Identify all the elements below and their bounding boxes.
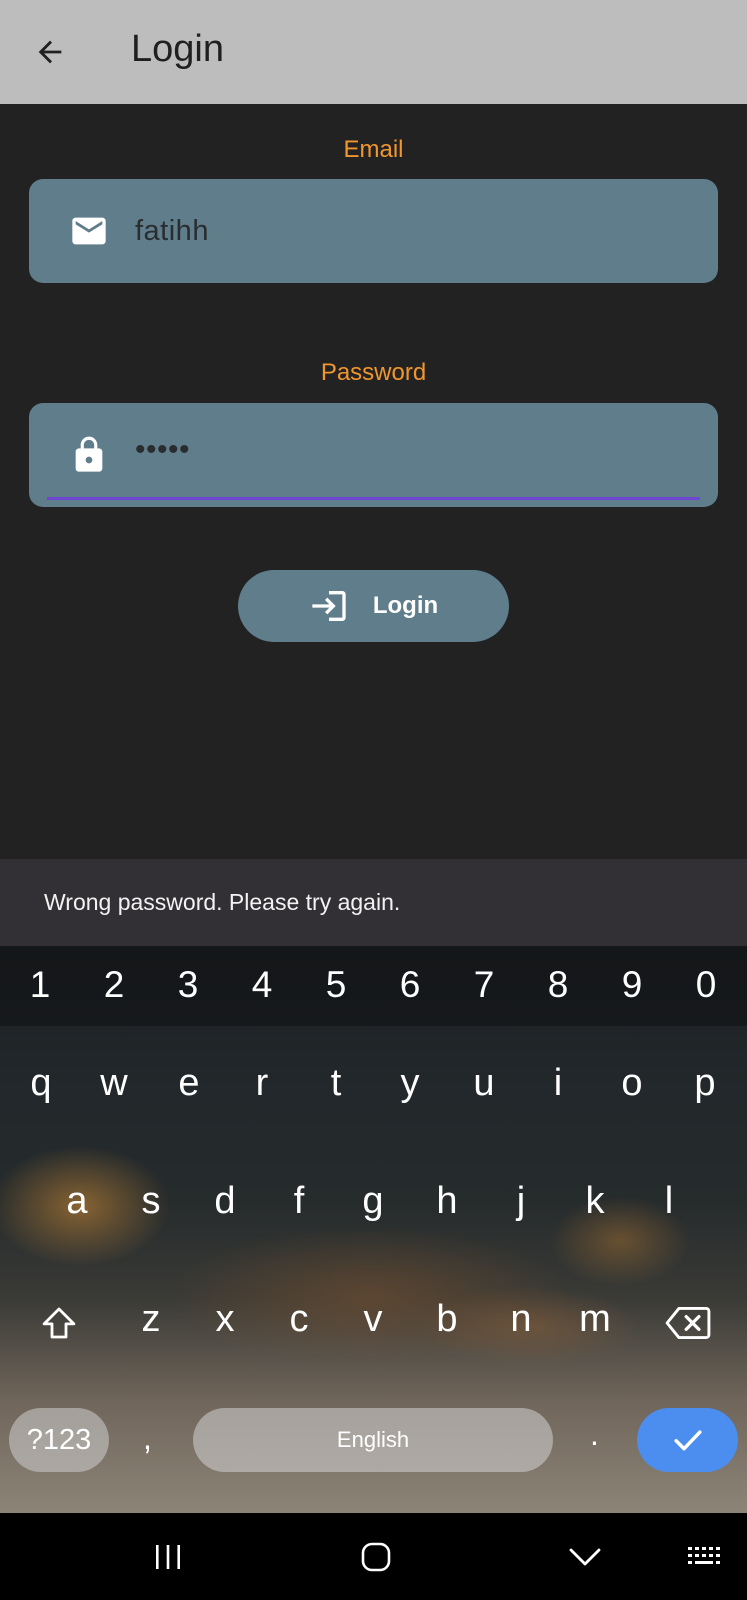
key-j[interactable]: j	[491, 1180, 551, 1223]
login-screen: Login Email fatihh Password ••••• Login …	[0, 0, 747, 1600]
recents-icon	[156, 1545, 180, 1569]
login-button-label: Login	[372, 592, 439, 619]
key-g[interactable]: g	[343, 1180, 403, 1223]
login-form: Email fatihh Password ••••• Login	[0, 104, 747, 859]
password-label: Password	[320, 359, 427, 386]
key-m[interactable]: m	[565, 1298, 625, 1341]
home-button[interactable]	[356, 1537, 396, 1577]
email-label: Email	[343, 136, 404, 163]
key-v[interactable]: v	[343, 1298, 403, 1341]
key-z[interactable]: z	[121, 1298, 181, 1341]
key-e[interactable]: e	[159, 1062, 219, 1105]
login-icon	[312, 591, 346, 621]
email-field[interactable]: fatihh	[29, 179, 718, 283]
hide-keyboard-button[interactable]	[565, 1537, 605, 1577]
enter-key[interactable]	[637, 1408, 738, 1472]
focus-underline	[47, 497, 700, 500]
app-bar: Login	[0, 0, 747, 104]
space-key[interactable]: English	[193, 1408, 553, 1472]
key-8[interactable]: 8	[528, 964, 588, 1006]
symbols-key[interactable]: ?123	[9, 1408, 109, 1472]
password-field[interactable]: •••••	[29, 403, 718, 507]
key-f[interactable]: f	[269, 1180, 329, 1223]
email-value: fatihh	[135, 215, 209, 247]
key-2[interactable]: 2	[84, 964, 144, 1006]
key-k[interactable]: k	[565, 1180, 625, 1223]
key-5[interactable]: 5	[306, 964, 366, 1006]
password-value: •••••	[135, 433, 191, 466]
key-9[interactable]: 9	[602, 964, 662, 1006]
back-button[interactable]	[28, 30, 72, 74]
key-0[interactable]: 0	[676, 964, 736, 1006]
key-u[interactable]: u	[454, 1062, 514, 1105]
chevron-down-icon	[569, 1548, 601, 1566]
key-l[interactable]: l	[639, 1180, 699, 1223]
mail-icon	[69, 211, 109, 251]
key-r[interactable]: r	[232, 1062, 292, 1105]
keyboard-icon	[688, 1547, 720, 1564]
snackbar-message: Wrong password. Please try again.	[44, 889, 401, 915]
comma-key[interactable]: ,	[143, 1420, 152, 1457]
key-p[interactable]: p	[675, 1062, 735, 1105]
key-3[interactable]: 3	[158, 964, 218, 1006]
key-b[interactable]: b	[417, 1298, 477, 1341]
key-6[interactable]: 6	[380, 964, 440, 1006]
key-o[interactable]: o	[602, 1062, 662, 1105]
key-a[interactable]: a	[47, 1180, 107, 1223]
arrow-back-icon	[38, 40, 62, 64]
key-4[interactable]: 4	[232, 964, 292, 1006]
key-7[interactable]: 7	[454, 964, 514, 1006]
key-c[interactable]: c	[269, 1298, 329, 1341]
key-w[interactable]: w	[84, 1062, 144, 1105]
key-t[interactable]: t	[306, 1062, 366, 1105]
key-n[interactable]: n	[491, 1298, 551, 1341]
system-nav-bar	[0, 1513, 747, 1600]
home-icon	[361, 1542, 391, 1572]
login-button[interactable]: Login	[238, 570, 509, 642]
shift-icon	[42, 1307, 76, 1339]
key-q[interactable]: q	[11, 1062, 71, 1105]
key-i[interactable]: i	[528, 1062, 588, 1105]
error-snackbar: Wrong password. Please try again.	[0, 859, 747, 946]
key-h[interactable]: h	[417, 1180, 477, 1223]
check-icon	[673, 1430, 702, 1451]
soft-keyboard: 1 2 3 4 5 6 7 8 9 0 q w e r t y u i o p …	[0, 946, 747, 1513]
key-1[interactable]: 1	[10, 964, 70, 1006]
key-d[interactable]: d	[195, 1180, 255, 1223]
keyboard-switch-button[interactable]	[685, 1537, 725, 1577]
recents-button[interactable]	[148, 1537, 188, 1577]
backspace-key[interactable]	[660, 1298, 716, 1348]
shift-key[interactable]	[34, 1298, 84, 1348]
key-x[interactable]: x	[195, 1298, 255, 1341]
period-key[interactable]: .	[590, 1416, 599, 1453]
page-title: Login	[131, 28, 224, 70]
lock-icon	[69, 435, 109, 475]
key-s[interactable]: s	[121, 1180, 181, 1223]
backspace-icon	[665, 1307, 711, 1339]
key-y[interactable]: y	[380, 1062, 440, 1105]
